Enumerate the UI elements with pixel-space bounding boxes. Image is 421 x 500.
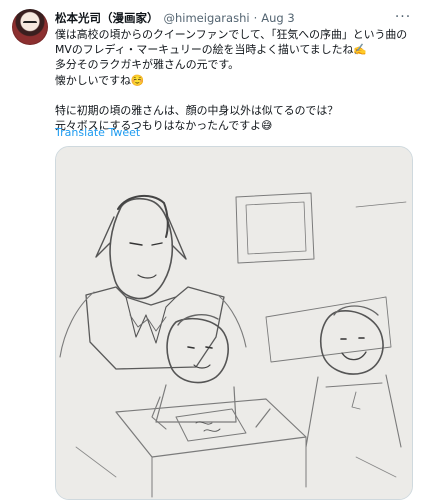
more-options-icon[interactable]: ···	[391, 8, 415, 26]
tweet-text-line: 多分そのラクガキが雅さんの元です。	[55, 58, 240, 72]
tweet-media-image[interactable]	[55, 146, 413, 500]
author-name[interactable]: 松本光司（漫画家）	[55, 10, 159, 26]
author-handle[interactable]: @himeigarashi	[164, 11, 250, 25]
tweet-text: 僕は高校の頃からのクイーンファンでして、「狂気への序曲」という曲の MVのフレデ…	[55, 27, 411, 133]
tweet-text-line: 僕は高校の頃からのクイーンファンでして、「狂気への序曲」という曲の	[55, 28, 408, 41]
separator-dot: ·	[253, 11, 258, 25]
tweet-text-line: 懐かしいですね☺️	[55, 73, 145, 87]
tweet-text-line: MVのフレディ・マーキュリーの絵を当時よく描いてましたね✍️	[55, 43, 367, 57]
translate-tweet-link[interactable]: Translate Tweet	[55, 126, 140, 139]
tweet-header: 松本光司（漫画家） @himeigarashi · Aug 3	[55, 9, 407, 27]
pencil-sketch-icon	[56, 147, 412, 499]
tweet-date[interactable]: Aug 3	[261, 11, 294, 25]
tweet-text-line: 特に初期の頃の雅さんは、顔の中身以外は似てるのでは？	[55, 104, 339, 117]
avatar[interactable]	[12, 9, 48, 45]
tweet[interactable]: 松本光司（漫画家） @himeigarashi · Aug 3 ··· 僕は高校…	[0, 0, 421, 500]
